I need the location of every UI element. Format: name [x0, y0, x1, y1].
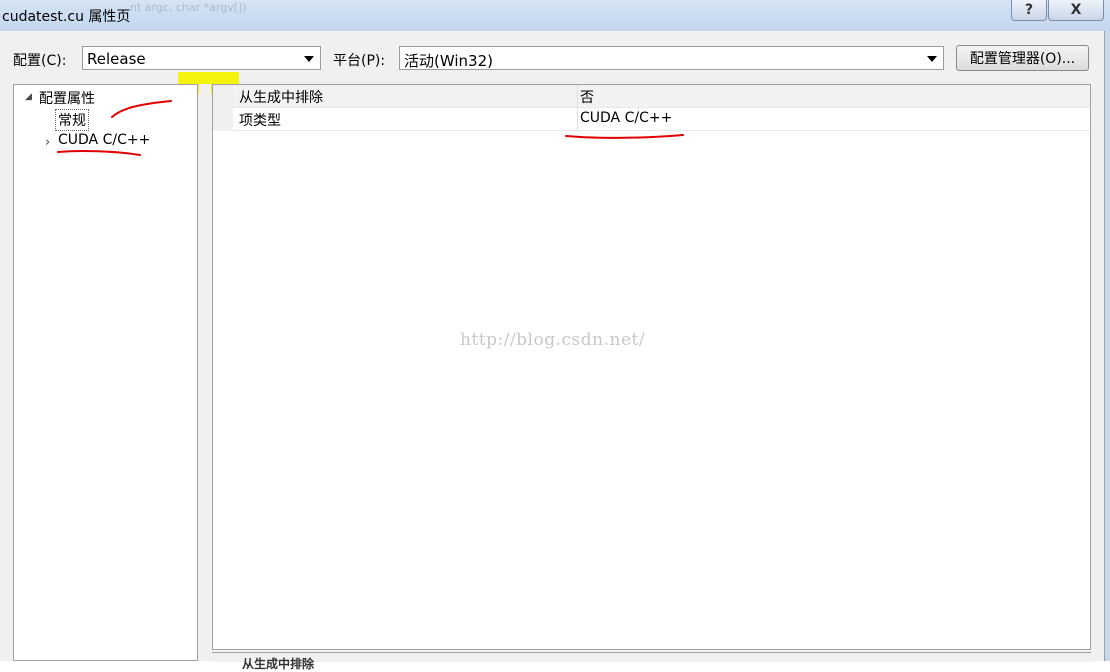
- property-value[interactable]: 否: [580, 87, 594, 107]
- tree-item-cuda[interactable]: CUDA C/C++: [58, 132, 150, 148]
- dropdown-arrow-icon: [304, 56, 314, 62]
- tree-item-general[interactable]: 常规: [55, 109, 89, 131]
- watermark: http://blog.csdn.net/: [460, 330, 646, 350]
- window-title: cudatest.cu 属性页: [2, 9, 131, 25]
- collapse-icon[interactable]: ◢: [25, 92, 32, 102]
- config-manager-button[interactable]: 配置管理器(O)...: [956, 45, 1089, 71]
- close-icon: X: [1070, 2, 1082, 18]
- tree-item-config-properties[interactable]: 配置属性: [39, 88, 95, 108]
- help-icon: ?: [1024, 2, 1034, 18]
- help-button[interactable]: ?: [1011, 0, 1047, 21]
- window-border: [1105, 31, 1110, 661]
- property-name: 从生成中排除: [239, 90, 323, 106]
- panel-splitter[interactable]: [199, 84, 211, 661]
- property-grid: 从生成中排除 否 项类型 CUDA C/C++: [212, 84, 1091, 650]
- config-value: Release: [87, 50, 146, 68]
- description-title: 从生成中排除: [242, 657, 315, 671]
- config-label: 配置(C):: [13, 53, 67, 69]
- background-code-snippet: nt argc, char *argv[]): [130, 1, 247, 14]
- title-bar: nt argc, char *argv[]) cudatest.cu 属性页 ?…: [0, 0, 1110, 31]
- close-button[interactable]: X: [1048, 0, 1104, 21]
- dropdown-arrow-icon: [927, 56, 937, 62]
- platform-label: 平台(P):: [333, 53, 386, 69]
- platform-dropdown[interactable]: 活动(Win32): [399, 46, 944, 70]
- grid-row-exclude[interactable]: 从生成中排除 否: [233, 85, 1090, 108]
- platform-value: 活动(Win32): [404, 52, 493, 70]
- grid-gutter: [213, 85, 233, 131]
- property-name: 项类型: [239, 113, 281, 129]
- expand-icon[interactable]: ›: [45, 135, 50, 150]
- config-dropdown[interactable]: Release: [82, 46, 321, 70]
- property-value[interactable]: CUDA C/C++: [580, 110, 672, 126]
- category-tree[interactable]: [13, 84, 198, 661]
- column-divider[interactable]: [577, 85, 578, 131]
- grid-row-item-type[interactable]: 项类型 CUDA C/C++: [233, 108, 1090, 131]
